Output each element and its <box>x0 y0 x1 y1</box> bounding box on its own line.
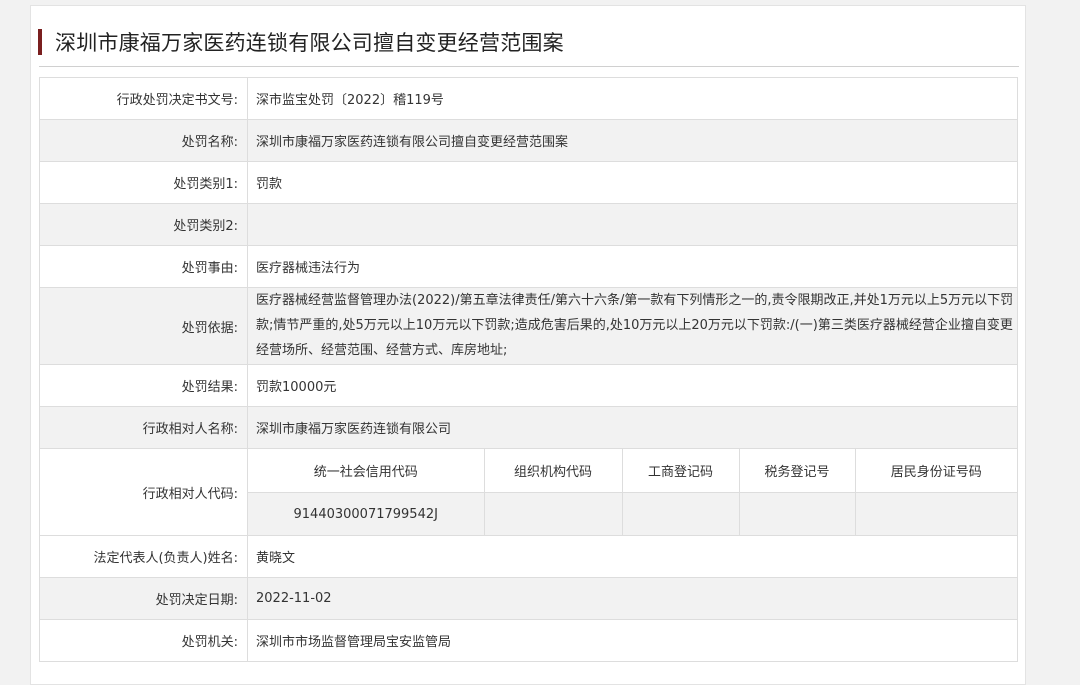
result-label: 处罚结果: <box>39 364 248 407</box>
penalty-info-table: 行政处罚决定书文号: 深市监宝处罚〔2022〕稽119号 处罚名称: 深圳市康福… <box>39 77 1018 662</box>
party-code-table: 统一社会信用代码 组织机构代码 工商登记码 税务登记号 居民身份证号码 9144… <box>248 449 1017 535</box>
page-title: 深圳市康福万家医药连锁有限公司擅自变更经营范围案 <box>55 31 564 55</box>
legal-rep-value: 黄晓文 <box>247 535 1018 578</box>
code-value-row: 91440300071799542J <box>248 492 1017 535</box>
case-name-value: 深圳市康福万家医药连锁有限公司擅自变更经营范围案 <box>247 119 1018 162</box>
code-value-business-reg <box>622 492 740 535</box>
title-divider <box>39 66 1019 67</box>
category-1-value: 罚款 <box>247 161 1018 204</box>
party-name-label: 行政相对人名称: <box>39 406 248 449</box>
row-reason: 处罚事由: 医疗器械违法行为 <box>39 245 1018 288</box>
code-value-id-card <box>855 492 1017 535</box>
party-code-label: 行政相对人代码: <box>39 448 248 536</box>
basis-value: 医疗器械经营监督管理办法(2022)/第五章法律责任/第六十六条/第一款有下列情… <box>247 287 1018 365</box>
decision-date-value: 2022-11-02 <box>247 577 1018 620</box>
row-category-2: 处罚类别2: <box>39 203 1018 246</box>
row-authority: 处罚机关: 深圳市市场监督管理局宝安监管局 <box>39 619 1018 662</box>
authority-value: 深圳市市场监督管理局宝安监管局 <box>247 619 1018 662</box>
reason-value: 医疗器械违法行为 <box>247 245 1018 288</box>
decision-date-label: 处罚决定日期: <box>39 577 248 620</box>
row-party-name: 行政相对人名称: 深圳市康福万家医药连锁有限公司 <box>39 406 1018 449</box>
authority-label: 处罚机关: <box>39 619 248 662</box>
party-name-value: 深圳市康福万家医药连锁有限公司 <box>247 406 1018 449</box>
title-accent-bar <box>38 29 42 55</box>
code-value-credit: 91440300071799542J <box>248 492 485 535</box>
code-header-row: 统一社会信用代码 组织机构代码 工商登记码 税务登记号 居民身份证号码 <box>248 449 1017 493</box>
row-decision-no: 行政处罚决定书文号: 深市监宝处罚〔2022〕稽119号 <box>39 77 1018 120</box>
category-1-label: 处罚类别1: <box>39 161 248 204</box>
case-name-label: 处罚名称: <box>39 119 248 162</box>
legal-rep-label: 法定代表人(负责人)姓名: <box>39 535 248 578</box>
row-category-1: 处罚类别1: 罚款 <box>39 161 1018 204</box>
category-2-label: 处罚类别2: <box>39 203 248 246</box>
decision-no-value: 深市监宝处罚〔2022〕稽119号 <box>247 77 1018 120</box>
row-basis: 处罚依据: 医疗器械经营监督管理办法(2022)/第五章法律责任/第六十六条/第… <box>39 287 1018 365</box>
party-code-cell: 统一社会信用代码 组织机构代码 工商登记码 税务登记号 居民身份证号码 9144… <box>247 448 1018 536</box>
code-header-tax: 税务登记号 <box>739 449 856 493</box>
row-legal-rep: 法定代表人(负责人)姓名: 黄晓文 <box>39 535 1018 578</box>
row-result: 处罚结果: 罚款10000元 <box>39 364 1018 407</box>
row-case-name: 处罚名称: 深圳市康福万家医药连锁有限公司擅自变更经营范围案 <box>39 119 1018 162</box>
code-header-credit: 统一社会信用代码 <box>248 449 485 493</box>
code-header-business-reg: 工商登记码 <box>622 449 740 493</box>
row-party-code: 行政相对人代码: 统一社会信用代码 组织机构代码 工商登记码 税务登记号 居民身… <box>39 448 1018 536</box>
code-value-org <box>484 492 623 535</box>
category-2-value <box>247 203 1018 246</box>
penalty-record-card: 深圳市康福万家医药连锁有限公司擅自变更经营范围案 行政处罚决定书文号: 深市监宝… <box>30 5 1026 685</box>
code-header-id-card: 居民身份证号码 <box>855 449 1017 493</box>
basis-label: 处罚依据: <box>39 287 248 365</box>
page-header: 深圳市康福万家医药连锁有限公司擅自变更经营范围案 <box>38 28 564 56</box>
decision-no-label: 行政处罚决定书文号: <box>39 77 248 120</box>
code-value-tax <box>739 492 856 535</box>
reason-label: 处罚事由: <box>39 245 248 288</box>
row-decision-date: 处罚决定日期: 2022-11-02 <box>39 577 1018 620</box>
code-header-org: 组织机构代码 <box>484 449 623 493</box>
result-value: 罚款10000元 <box>247 364 1018 407</box>
